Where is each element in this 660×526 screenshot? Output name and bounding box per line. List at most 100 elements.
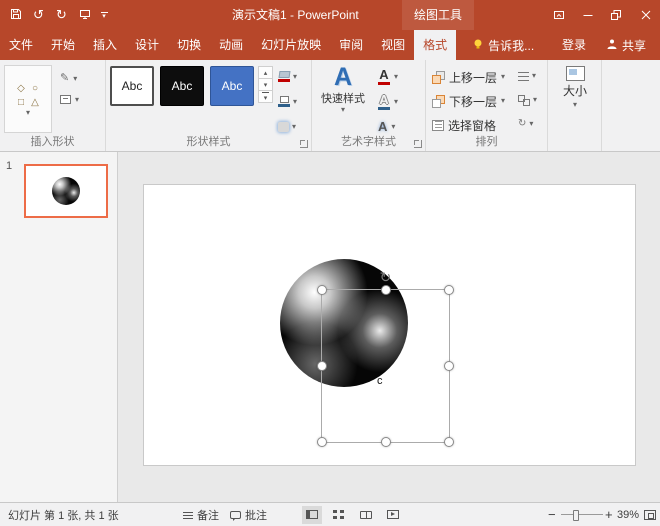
- reading-view-button[interactable]: [356, 506, 376, 524]
- text-box-icon: [60, 95, 71, 104]
- size-label: 大小: [563, 85, 587, 97]
- quick-styles-label: 快速样式: [321, 92, 365, 106]
- quick-access-toolbar: ↺ ↻ ▾: [4, 0, 112, 30]
- titlebar: ↺ ↻ ▾ 演示文稿1 - PowerPoint 绘图工具: [0, 0, 660, 30]
- align-objects-button[interactable]: ▾: [518, 64, 546, 88]
- zoom-level[interactable]: 39%: [617, 503, 639, 526]
- rotate-icon: ↻: [518, 119, 526, 129]
- gallery-more-button[interactable]: ▾: [258, 90, 273, 103]
- text-effects-icon: A: [378, 121, 387, 133]
- window-controls: [544, 0, 660, 30]
- ribbon: ◇ ○ □ △ ▾ ✎ ▾ ▾ 插入形状 Abc: [0, 60, 660, 152]
- undo-button[interactable]: ↺: [27, 3, 50, 27]
- selection-handle-top-center[interactable]: [381, 285, 391, 295]
- selection-handle-bottom-right[interactable]: [444, 437, 454, 447]
- share-button[interactable]: 共享: [596, 30, 656, 60]
- slide-sorter-view-button[interactable]: [329, 506, 349, 524]
- slide-canvas[interactable]: c ↻: [118, 152, 660, 502]
- zoom-out-button[interactable]: −: [548, 503, 556, 526]
- send-backward-button[interactable]: 下移一层 ▾: [432, 90, 505, 112]
- tell-me-box[interactable]: 告诉我...: [464, 30, 542, 60]
- save-button[interactable]: [4, 3, 27, 27]
- chevron-down-icon: ▾: [292, 123, 296, 131]
- text-box-button[interactable]: ▾: [58, 89, 102, 110]
- shape-fill-button[interactable]: ▾: [278, 64, 310, 89]
- tab-view[interactable]: 视图: [372, 30, 414, 60]
- sign-in-button[interactable]: 登录: [552, 30, 596, 60]
- sphere-shape-thumbnail: [52, 177, 80, 205]
- selection-box[interactable]: ↻: [321, 289, 450, 443]
- text-outline-button[interactable]: A ▾: [378, 89, 422, 114]
- tab-insert[interactable]: 插入: [84, 30, 126, 60]
- contextual-tab-group-label: 绘图工具: [402, 0, 474, 30]
- minimize-icon: [583, 10, 593, 20]
- bring-forward-button[interactable]: 上移一层 ▾: [432, 66, 505, 88]
- ribbon-display-options-button[interactable]: [544, 0, 573, 30]
- person-icon: [606, 38, 618, 53]
- text-fill-icon: A: [378, 69, 390, 85]
- workspace: 1 c ↻: [0, 152, 660, 502]
- slide-number: 1: [6, 160, 12, 172]
- notes-icon: [183, 511, 193, 519]
- normal-view-button[interactable]: [302, 506, 322, 524]
- slide-sorter-icon: [333, 510, 345, 519]
- tab-slideshow[interactable]: 幻灯片放映: [252, 30, 330, 60]
- rotation-handle[interactable]: ↻: [380, 270, 392, 284]
- close-button[interactable]: [631, 0, 660, 30]
- zoom-slider-thumb[interactable]: [573, 510, 579, 521]
- zoom-slider-track[interactable]: [561, 514, 603, 515]
- text-fill-button[interactable]: A ▾: [378, 64, 422, 89]
- slideshow-icon: [387, 510, 399, 519]
- wordart-buttons: A ▾ A ▾ A ▾: [378, 64, 422, 139]
- tab-design[interactable]: 设计: [126, 30, 168, 60]
- slide-thumbnail-panel[interactable]: 1: [0, 152, 118, 502]
- chevron-down-icon: ▾: [394, 98, 398, 106]
- restore-button[interactable]: [602, 0, 631, 30]
- minimize-button[interactable]: [573, 0, 602, 30]
- restore-icon: [611, 10, 622, 21]
- fit-to-window-button[interactable]: [644, 503, 656, 526]
- slideshow-view-button[interactable]: [383, 506, 403, 524]
- zoom-slider[interactable]: [561, 503, 603, 526]
- triangle-shape-icon: △: [31, 97, 39, 108]
- redo-button[interactable]: ↻: [50, 3, 73, 27]
- quick-styles-button[interactable]: A 快速样式 ▾: [314, 62, 372, 134]
- selection-handle-middle-left[interactable]: [317, 361, 327, 371]
- chevron-down-icon: ▾: [26, 109, 30, 117]
- selection-handle-bottom-left[interactable]: [317, 437, 327, 447]
- share-label: 共享: [622, 37, 646, 54]
- tab-transitions[interactable]: 切换: [168, 30, 210, 60]
- size-icon: [566, 66, 585, 81]
- slide-thumbnail[interactable]: [24, 164, 108, 218]
- tab-home[interactable]: 开始: [42, 30, 84, 60]
- selection-handle-top-left[interactable]: [317, 285, 327, 295]
- window-title: 演示文稿1 - PowerPoint: [232, 0, 359, 30]
- shape-outline-button[interactable]: ▾: [278, 89, 310, 114]
- tab-animations[interactable]: 动画: [210, 30, 252, 60]
- group-objects-button[interactable]: ▾: [518, 88, 546, 112]
- notes-label: 备注: [197, 507, 219, 523]
- zoom-in-button[interactable]: +: [605, 503, 613, 526]
- shape-style-preset-3[interactable]: Abc: [210, 66, 254, 106]
- notes-button[interactable]: 备注: [183, 503, 219, 526]
- ribbon-display-options-icon: [553, 9, 565, 21]
- selection-handle-top-right[interactable]: [444, 285, 454, 295]
- edit-shape-button[interactable]: ✎ ▾: [58, 68, 102, 89]
- shape-style-preset-1[interactable]: Abc: [110, 66, 154, 106]
- comments-button[interactable]: 批注: [230, 503, 267, 526]
- group-shape-styles: Abc Abc Abc ▴ ▾ ▾ ▾ ▾ ▾: [106, 60, 312, 151]
- selection-handle-middle-right[interactable]: [444, 361, 454, 371]
- start-from-beginning-button[interactable]: [73, 3, 96, 27]
- lightbulb-icon: [472, 38, 484, 53]
- selection-handle-bottom-center[interactable]: [381, 437, 391, 447]
- customize-qat-button[interactable]: ▾: [96, 3, 112, 27]
- shape-style-preset-2[interactable]: Abc: [160, 66, 204, 106]
- tab-file[interactable]: 文件: [0, 30, 42, 60]
- tab-format[interactable]: 格式: [414, 30, 456, 60]
- tab-review[interactable]: 审阅: [330, 30, 372, 60]
- size-button[interactable]: 大小 ▾: [548, 66, 602, 109]
- slide[interactable]: c ↻: [143, 184, 636, 466]
- bring-forward-icon: [432, 71, 445, 84]
- shapes-gallery-button[interactable]: ◇ ○ □ △ ▾: [4, 65, 52, 133]
- send-backward-icon: [432, 95, 445, 108]
